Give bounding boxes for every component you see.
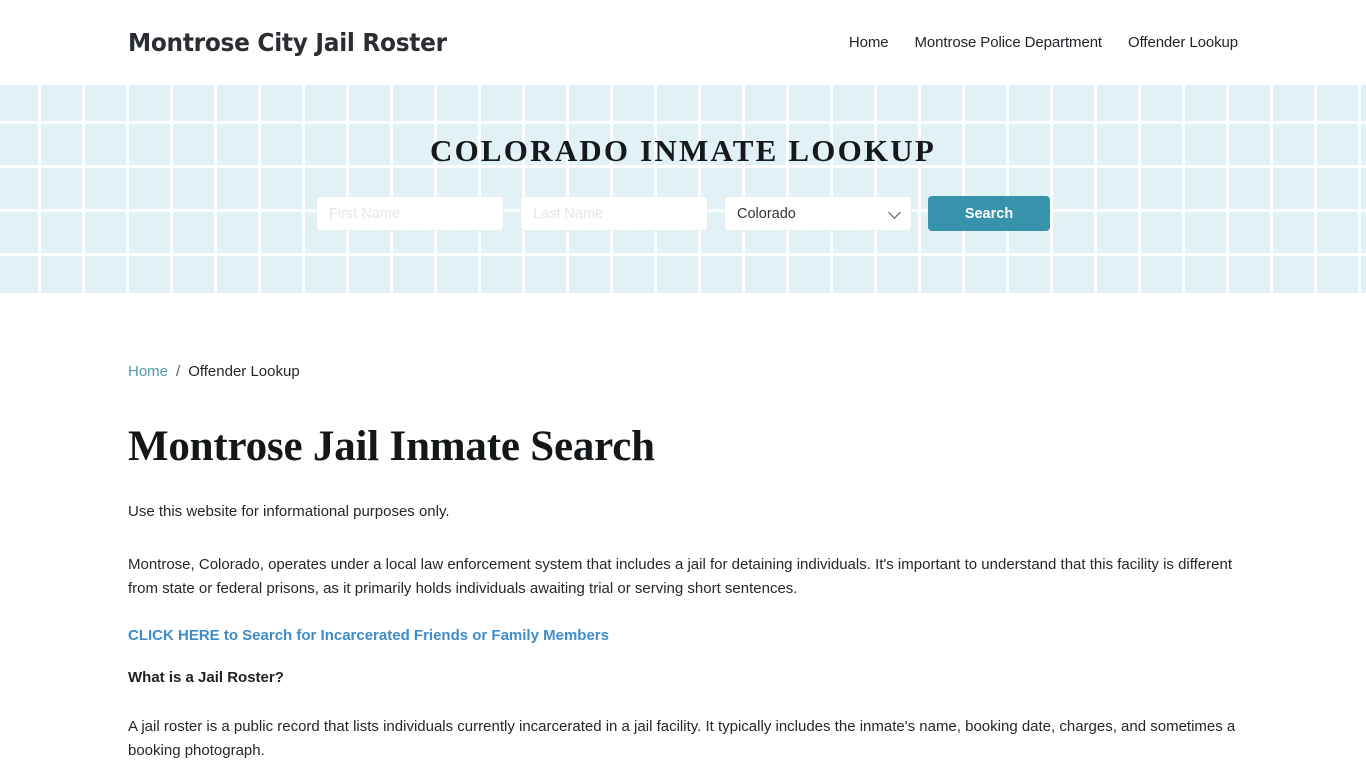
site-header: Montrose City Jail Roster Home Montrose … bbox=[0, 0, 1366, 85]
search-button[interactable]: Search bbox=[928, 196, 1050, 231]
intro-text: Use this website for informational purpo… bbox=[128, 503, 450, 520]
breadcrumb-item-home[interactable]: Home bbox=[128, 363, 168, 380]
nav-item-offender-lookup[interactable]: Offender Lookup bbox=[1128, 34, 1238, 51]
nav-item-home[interactable]: Home bbox=[849, 34, 889, 51]
inmate-search-form: Colorado Search bbox=[316, 196, 1050, 231]
breadcrumb-separator: / bbox=[176, 363, 181, 380]
paragraph-about-facility: Montrose, Colorado, operates under a loc… bbox=[128, 556, 1233, 597]
nav-item-montrose-police-department[interactable]: Montrose Police Department bbox=[915, 34, 1103, 51]
breadcrumb: Home / Offender Lookup bbox=[128, 363, 1238, 380]
state-select[interactable]: Colorado bbox=[724, 196, 912, 231]
hero-search-banner: COLORADO INMATE LOOKUP Colorado Search bbox=[0, 85, 1366, 293]
site-title: Montrose City Jail Roster bbox=[128, 28, 447, 57]
first-name-input[interactable] bbox=[316, 196, 504, 231]
paragraph-jail-roster-definition: A jail roster is a public record that li… bbox=[128, 718, 1236, 759]
state-select-value: Colorado bbox=[737, 205, 796, 222]
main-content: Home / Offender Lookup Montrose Jail Inm… bbox=[0, 363, 1366, 768]
cta-search-link[interactable]: CLICK HERE to Search for Incarcerated Fr… bbox=[128, 627, 609, 644]
chevron-down-icon bbox=[888, 205, 901, 219]
main-navigation: Home Montrose Police Department Offender… bbox=[849, 34, 1238, 51]
hero-title: COLORADO INMATE LOOKUP bbox=[430, 133, 936, 168]
section-heading-jail-roster: What is a Jail Roster? bbox=[128, 669, 284, 686]
breadcrumb-item-current: Offender Lookup bbox=[188, 363, 300, 380]
page-title: Montrose Jail Inmate Search bbox=[128, 423, 655, 470]
last-name-input[interactable] bbox=[520, 196, 708, 231]
